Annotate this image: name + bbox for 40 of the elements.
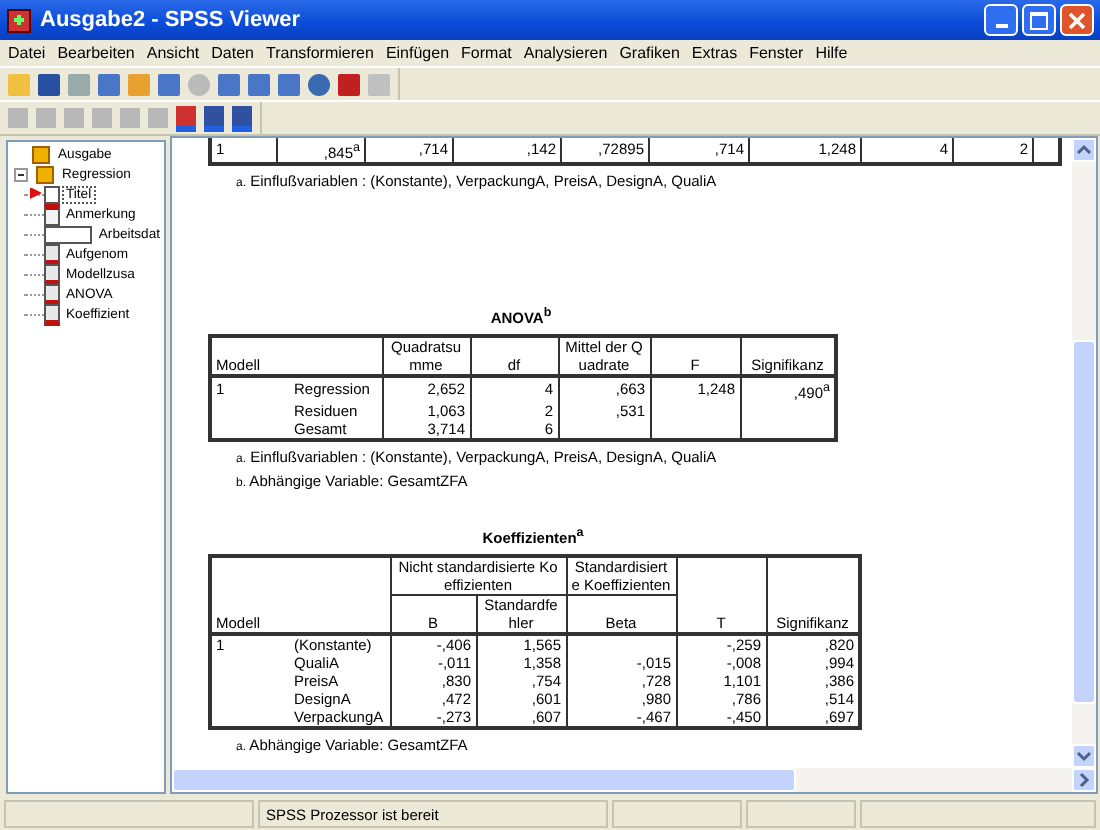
toolbar-icon[interactable] <box>278 73 300 95</box>
toolbar-icon[interactable] <box>204 105 224 131</box>
toolbar-icon[interactable] <box>232 105 252 131</box>
toolbar-icon[interactable] <box>308 73 330 95</box>
menu-item[interactable]: Einfügen <box>381 44 458 62</box>
toolbar-icon[interactable] <box>158 73 180 95</box>
scroll-down-icon[interactable] <box>1072 744 1096 768</box>
minimize-icon <box>995 23 1007 27</box>
menu-item[interactable]: Bearbeiten <box>53 44 143 62</box>
status-panel <box>746 800 856 828</box>
menu-item[interactable]: Extras <box>687 44 746 62</box>
toolbar-icon[interactable] <box>176 105 196 131</box>
scroll-right-icon[interactable] <box>1072 768 1096 792</box>
collapse-icon[interactable] <box>14 167 28 181</box>
window-title: Ausgabe2 - SPSS Viewer <box>40 8 301 32</box>
maximize-icon <box>1030 11 1048 29</box>
toolbar-icon[interactable] <box>338 73 360 95</box>
toolbar-icon[interactable] <box>38 73 60 95</box>
menu-item[interactable]: Daten <box>207 44 262 62</box>
menu-item[interactable]: Fenster <box>745 44 812 62</box>
toolbar-icon[interactable] <box>248 73 270 95</box>
menu-item[interactable]: Ansicht <box>142 44 208 62</box>
status-panel <box>612 800 742 828</box>
scroll-up-icon[interactable] <box>1072 138 1096 162</box>
maximize-button[interactable] <box>1022 4 1056 36</box>
menu-item[interactable]: Transformieren <box>261 44 382 62</box>
menu-item[interactable]: Grafiken <box>615 44 688 62</box>
toolbar-icon[interactable] <box>218 73 240 95</box>
menu-item[interactable]: Datei <box>4 44 54 62</box>
horizontal-scrollbar[interactable] <box>172 768 1096 792</box>
vertical-scrollbar[interactable] <box>1072 138 1096 768</box>
minimize-button[interactable] <box>984 4 1018 36</box>
table-cell <box>566 634 676 654</box>
close-button[interactable] <box>1060 4 1094 36</box>
close-icon <box>1068 11 1086 29</box>
app-icon <box>6 7 32 33</box>
menu-item[interactable]: Format <box>457 44 520 62</box>
menu-item[interactable]: Analysieren <box>519 44 616 62</box>
menu-item[interactable]: Hilfe <box>811 44 856 62</box>
toolbar-icon[interactable] <box>98 73 120 95</box>
